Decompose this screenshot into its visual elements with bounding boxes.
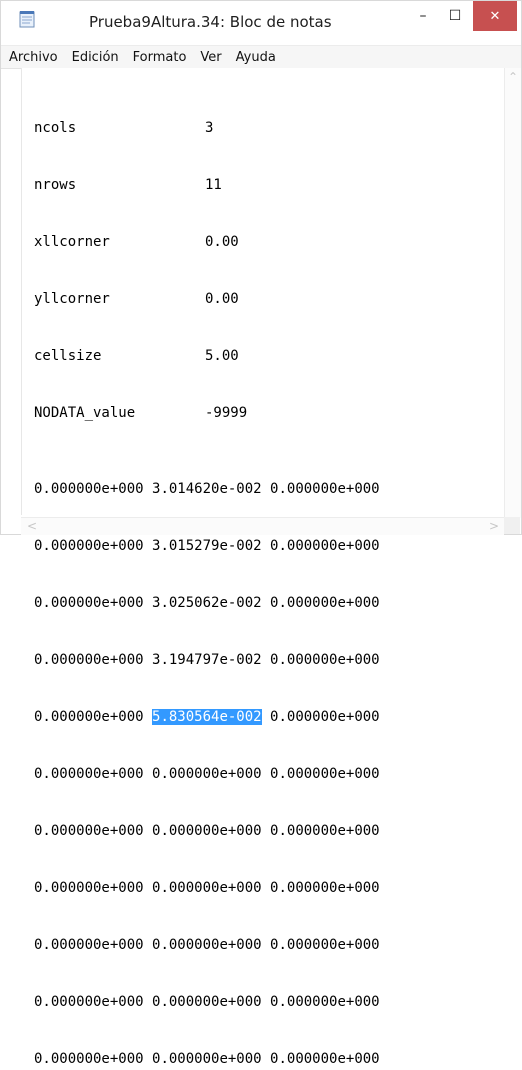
- header-key: xllcorner: [34, 234, 110, 250]
- data-row: 0.000000e+000 3.015279e-002 0.000000e+00…: [34, 537, 380, 556]
- header-key: yllcorner: [34, 291, 110, 307]
- data-row: 0.000000e+000 0.000000e+000 0.000000e+00…: [34, 936, 380, 955]
- scroll-left-icon[interactable]: <: [27, 519, 37, 533]
- close-icon: ✕: [489, 8, 501, 24]
- data-row: 0.000000e+000 3.194797e-002 0.000000e+00…: [34, 651, 380, 670]
- header-line: xllcorner 0.00: [34, 233, 380, 252]
- header-key: cellsize: [34, 348, 102, 364]
- cell: 0.000000e+000: [152, 1051, 262, 1067]
- header-line: cellsize 5.00: [34, 347, 380, 366]
- header-line: ncols 3: [34, 119, 380, 138]
- header-line: nrows 11: [34, 176, 380, 195]
- menu-ayuda[interactable]: Ayuda: [230, 50, 282, 65]
- cell: 3.025062e-002: [152, 595, 262, 611]
- cell: 0.000000e+000: [34, 880, 144, 896]
- cell: 0.000000e+000: [270, 538, 380, 554]
- horizontal-scrollbar[interactable]: < >: [21, 517, 504, 535]
- document-text[interactable]: ncols 3 nrows 11 xllcorner 0.00 yllcorner 0.…: [34, 81, 380, 1070]
- selected-text[interactable]: 5.830564e-002: [152, 709, 262, 725]
- cell: 3.014620e-002: [152, 481, 262, 497]
- menu-bar: Archivo Edición Formato Ver Ayuda: [1, 45, 521, 69]
- maximize-icon: ☐: [448, 8, 462, 24]
- menu-formato[interactable]: Formato: [127, 50, 193, 65]
- scroll-right-icon[interactable]: >: [489, 519, 499, 533]
- header-value: 5.00: [205, 348, 239, 364]
- data-row: 0.000000e+000 0.000000e+000 0.000000e+00…: [34, 993, 380, 1012]
- cell: 0.000000e+000: [270, 937, 380, 953]
- header-value: 0.00: [205, 234, 239, 250]
- data-row: 0.000000e+000 0.000000e+000 0.000000e+00…: [34, 822, 380, 841]
- cell: 0.000000e+000: [270, 481, 380, 497]
- menu-archivo[interactable]: Archivo: [3, 50, 64, 65]
- minimize-icon: –: [419, 8, 427, 24]
- scroll-up-icon[interactable]: ⌃: [508, 70, 518, 84]
- data-row: 0.000000e+000 5.830564e-002 0.000000e+00…: [34, 708, 380, 727]
- cell: 0.000000e+000: [270, 994, 380, 1010]
- header-value: 0.00: [205, 291, 239, 307]
- data-row: 0.000000e+000 3.014620e-002 0.000000e+00…: [34, 480, 380, 499]
- cell: 0.000000e+000: [152, 823, 262, 839]
- data-row: 0.000000e+000 0.000000e+000 0.000000e+00…: [34, 1050, 380, 1069]
- header-value: -9999: [205, 405, 248, 421]
- title-bar[interactable]: Prueba9Altura.34: Bloc de notas – ☐ ✕: [1, 1, 521, 45]
- cell: 0.000000e+000: [270, 880, 380, 896]
- cell: 0.000000e+000: [152, 766, 262, 782]
- cell: 0.000000e+000: [270, 652, 380, 668]
- cell: 0.000000e+000: [152, 937, 262, 953]
- header-key: ncols: [34, 120, 77, 136]
- cell: 0.000000e+000: [270, 823, 380, 839]
- window-title: Prueba9Altura.34: Bloc de notas: [89, 13, 332, 31]
- cell: 0.000000e+000: [34, 481, 144, 497]
- text-editor[interactable]: ncols 3 nrows 11 xllcorner 0.00 yllcorner 0.…: [21, 68, 514, 1067]
- minimize-button[interactable]: –: [407, 1, 439, 31]
- notepad-window: Prueba9Altura.34: Bloc de notas – ☐ ✕ Ar…: [0, 0, 522, 1067]
- data-row: 0.000000e+000 3.025062e-002 0.000000e+00…: [34, 594, 380, 613]
- data-row: 0.000000e+000 0.000000e+000 0.000000e+00…: [34, 879, 380, 898]
- menu-edicion[interactable]: Edición: [66, 50, 125, 65]
- scrollbar-corner: [504, 517, 520, 534]
- cell: 0.000000e+000: [34, 766, 144, 782]
- notepad-icon: [19, 10, 35, 28]
- cell: 3.194797e-002: [152, 652, 262, 668]
- header-line: yllcorner 0.00: [34, 290, 380, 309]
- cell: 3.015279e-002: [152, 538, 262, 554]
- cell: 0.000000e+000: [34, 823, 144, 839]
- vertical-scrollbar[interactable]: ⌃: [504, 68, 521, 518]
- header-value: 3: [205, 120, 214, 136]
- data-row: 0.000000e+000 0.000000e+000 0.000000e+00…: [34, 765, 380, 784]
- cell: 0.000000e+000: [34, 709, 144, 725]
- cell: 0.000000e+000: [34, 595, 144, 611]
- cell: 0.000000e+000: [270, 1051, 380, 1067]
- cell: 0.000000e+000: [270, 766, 380, 782]
- close-button[interactable]: ✕: [473, 1, 517, 31]
- cell: 0.000000e+000: [152, 880, 262, 896]
- maximize-button[interactable]: ☐: [439, 1, 471, 31]
- cell: 0.000000e+000: [152, 994, 262, 1010]
- cell: 0.000000e+000: [34, 994, 144, 1010]
- cell: 0.000000e+000: [270, 709, 380, 725]
- header-value: 11: [205, 177, 222, 193]
- cell: 0.000000e+000: [34, 937, 144, 953]
- menu-ver[interactable]: Ver: [194, 50, 227, 65]
- cell: 0.000000e+000: [270, 595, 380, 611]
- cell: 0.000000e+000: [34, 652, 144, 668]
- header-key: nrows: [34, 177, 77, 193]
- cell: 0.000000e+000: [34, 538, 144, 554]
- header-line: NODATA_value -9999: [34, 404, 380, 423]
- header-key: NODATA_value: [34, 405, 136, 421]
- cell: 0.000000e+000: [34, 1051, 144, 1067]
